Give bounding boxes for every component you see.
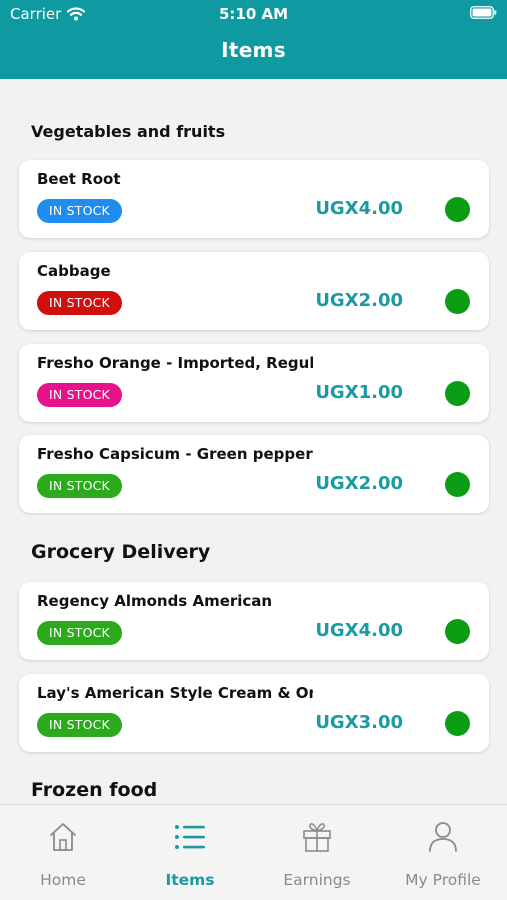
stock-badge: IN STOCK xyxy=(37,383,122,407)
list-item[interactable]: Lay's American Style Cream & Onion IN ST… xyxy=(19,674,489,752)
tab-earnings[interactable]: Earnings xyxy=(254,805,380,900)
tab-label: Earnings xyxy=(283,871,351,889)
status-dot[interactable] xyxy=(445,289,470,314)
home-icon xyxy=(50,823,76,851)
item-name: Regency Almonds American xyxy=(37,592,273,610)
section-title-vegetables: Vegetables and fruits xyxy=(31,122,226,141)
item-price: UGX4.00 xyxy=(315,620,403,641)
section-title-grocery: Grocery Delivery xyxy=(31,541,211,563)
item-name: Beet Root xyxy=(37,170,121,188)
item-price: UGX2.00 xyxy=(315,290,403,311)
stock-badge: IN STOCK xyxy=(37,713,122,737)
list-icon xyxy=(175,825,205,849)
item-name: Lay's American Style Cream & Onion xyxy=(37,684,313,702)
page-title: Items xyxy=(221,38,286,62)
tab-bar: Home Items Earnings My Profile xyxy=(0,804,507,900)
status-dot[interactable] xyxy=(445,381,470,406)
status-bar: Carrier 5:10 AM xyxy=(0,0,507,28)
item-price: UGX2.00 xyxy=(315,473,403,494)
tab-items[interactable]: Items xyxy=(127,805,253,900)
person-icon xyxy=(429,822,457,852)
items-list[interactable]: Vegetables and fruits Beet Root IN STOCK… xyxy=(0,79,507,804)
item-name: Fresho Capsicum - Green pepper xyxy=(37,445,313,463)
item-price: UGX3.00 xyxy=(315,712,403,733)
section-title-frozen: Frozen food xyxy=(31,779,158,801)
list-item[interactable]: Beet Root IN STOCK UGX4.00 xyxy=(19,160,489,238)
item-name: Cabbage xyxy=(37,262,111,280)
list-item[interactable]: Fresho Capsicum - Green pepper IN STOCK … xyxy=(19,435,489,513)
list-item[interactable]: Cabbage IN STOCK UGX2.00 xyxy=(19,252,489,330)
nav-header: Carrier 5:10 AM Items xyxy=(0,0,507,79)
list-item[interactable]: Regency Almonds American IN STOCK UGX4.0… xyxy=(19,582,489,660)
item-price: UGX1.00 xyxy=(315,382,403,403)
tab-label: Home xyxy=(40,871,86,889)
tab-home[interactable]: Home xyxy=(0,805,126,900)
item-price: UGX4.00 xyxy=(315,198,403,219)
tab-my-profile[interactable]: My Profile xyxy=(380,805,506,900)
stock-badge: IN STOCK xyxy=(37,291,122,315)
list-item[interactable]: Fresho Orange - Imported, Regular, IN ST… xyxy=(19,344,489,422)
tab-label: My Profile xyxy=(405,871,481,889)
tab-label: Items xyxy=(165,871,215,889)
status-dot[interactable] xyxy=(445,472,470,497)
status-dot[interactable] xyxy=(445,711,470,736)
status-dot[interactable] xyxy=(445,619,470,644)
stock-badge: IN STOCK xyxy=(37,199,122,223)
status-dot[interactable] xyxy=(445,197,470,222)
gift-icon xyxy=(303,823,331,852)
stock-badge: IN STOCK xyxy=(37,621,122,645)
clock: 5:10 AM xyxy=(218,5,289,23)
stock-badge: IN STOCK xyxy=(37,474,122,498)
item-name: Fresho Orange - Imported, Regular, xyxy=(37,354,313,372)
battery-icon xyxy=(470,6,497,19)
